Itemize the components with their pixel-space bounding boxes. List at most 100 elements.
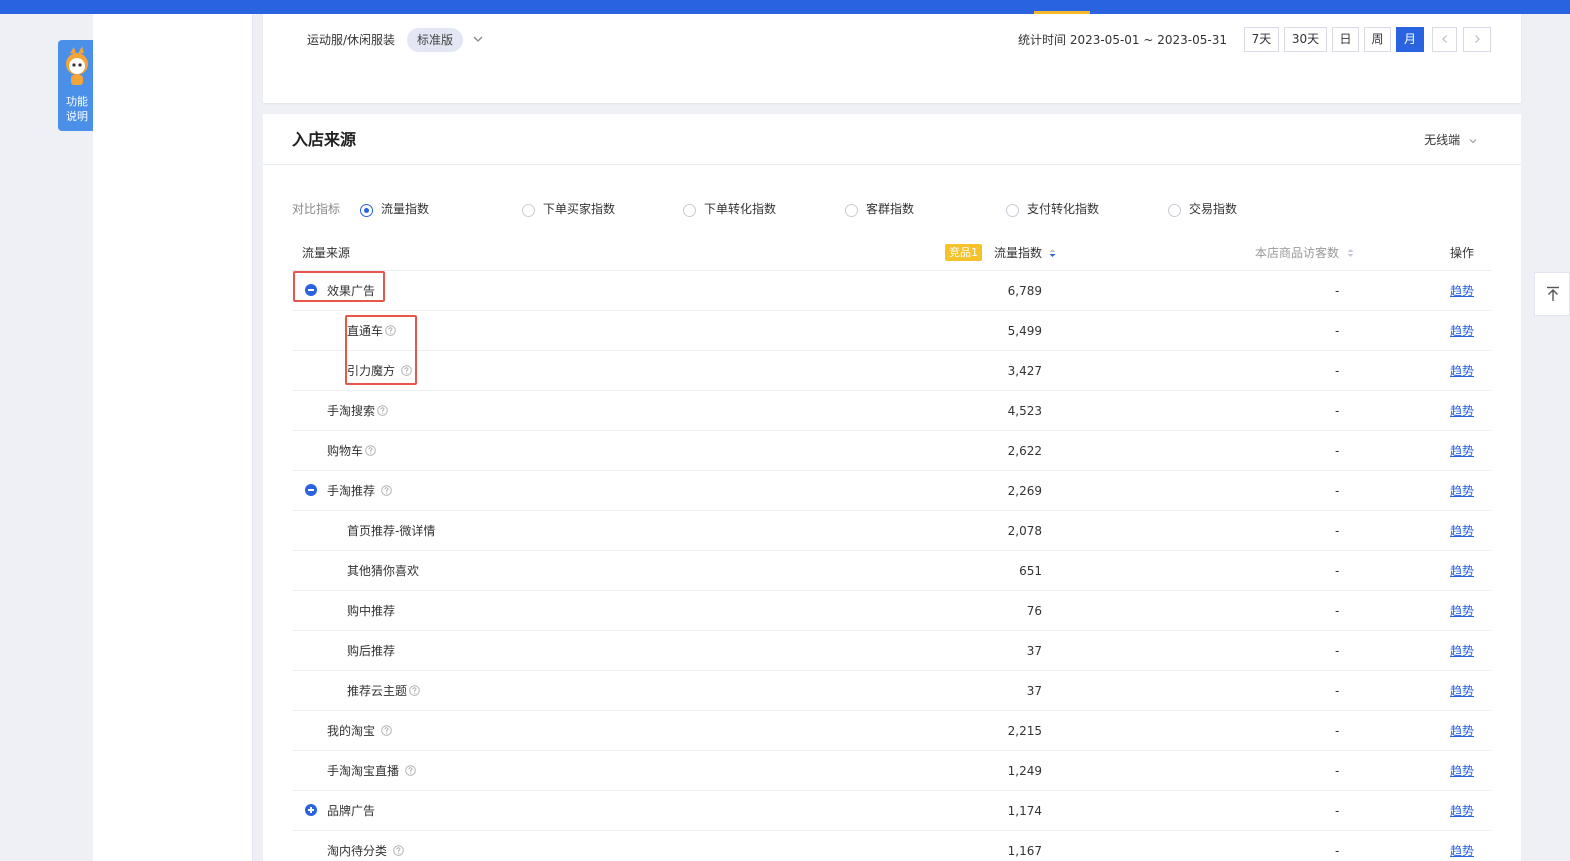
sort-icon[interactable]	[1347, 248, 1354, 258]
trend-link[interactable]: 趋势	[1450, 642, 1474, 660]
next-period-button[interactable]	[1463, 27, 1491, 52]
metric-radio-label: 下单买家指数	[543, 202, 616, 216]
table-row-cloud-theme: 推荐云主题 37 - 趋势	[292, 671, 1491, 711]
row-traffic-value: 76	[1026, 604, 1042, 618]
trend-link[interactable]: 趋势	[1450, 522, 1474, 540]
row-traffic-value: 1,249	[1007, 764, 1042, 778]
row-source-name: 推荐云主题	[347, 684, 408, 698]
row-visitors-value: -	[1335, 844, 1340, 858]
chevron-down-icon[interactable]	[471, 32, 485, 46]
row-source-name: 购中推荐	[347, 604, 396, 618]
help-icon[interactable]	[405, 765, 416, 776]
column-header-visitors[interactable]: 本店商品访客数	[1255, 244, 1339, 262]
row-traffic-value: 2,215	[1007, 724, 1042, 738]
row-source-name: 手淘搜索	[327, 404, 376, 418]
metric-radio-label: 交易指数	[1189, 202, 1238, 216]
trend-link[interactable]: 趋势	[1450, 562, 1474, 580]
table-row-brand-ads: 品牌广告 1,174 - 趋势	[292, 791, 1491, 831]
row-source-name: 淘内待分类	[327, 844, 388, 858]
row-visitors-value: -	[1335, 524, 1340, 538]
feature-help-line1: 功能	[66, 95, 88, 108]
row-traffic-value: 1,174	[1007, 804, 1042, 818]
row-source-name: 品牌广告	[327, 804, 376, 818]
row-visitors-value: -	[1335, 324, 1340, 338]
row-source-name: 购物车	[327, 444, 364, 458]
expand-icon[interactable]	[305, 804, 317, 816]
sort-desc-icon[interactable]	[1049, 248, 1056, 258]
row-visitors-value: -	[1335, 484, 1340, 498]
table-row-live: 手淘淘宝直播 1,249 - 趋势	[292, 751, 1491, 791]
table-row-search: 手淘搜索 4,523 - 趋势	[292, 391, 1491, 431]
trend-link[interactable]: 趋势	[1450, 482, 1474, 500]
metric-radio-label: 支付转化指数	[1027, 202, 1100, 216]
trend-link[interactable]: 趋势	[1450, 362, 1474, 380]
metric-radio-label: 流量指数	[381, 202, 430, 216]
trend-link[interactable]: 趋势	[1450, 402, 1474, 420]
period-button-30d[interactable]: 30天	[1284, 27, 1327, 52]
period-button-month[interactable]: 月	[1396, 27, 1424, 52]
row-source-name: 我的淘宝	[327, 724, 376, 738]
trend-link[interactable]: 趋势	[1450, 602, 1474, 620]
table-header: 流量来源 竞品1 流量指数 本店商品访客数 操作	[292, 241, 1491, 271]
collapse-icon[interactable]	[305, 484, 317, 496]
prev-period-button[interactable]	[1432, 27, 1457, 52]
radio-unchecked-icon	[845, 204, 858, 217]
help-icon[interactable]	[365, 445, 376, 456]
trend-link[interactable]: 趋势	[1450, 322, 1474, 340]
column-header-traffic[interactable]: 流量指数	[994, 244, 1042, 262]
table-row-ztc: 直通车 5,499 - 趋势	[292, 311, 1491, 351]
row-visitors-value: -	[1335, 404, 1340, 418]
table-row-guess-you-like: 其他猜你喜欢 651 - 趋势	[292, 551, 1491, 591]
filter-header-card: 运动服/休闲服装 标准版 统计时间 2023-05-01 ~ 2023-05-3…	[263, 14, 1521, 103]
period-button-day[interactable]: 日	[1332, 27, 1359, 52]
section-divider	[263, 164, 1521, 165]
table-row-ylmf: 引力魔方 3,427 - 趋势	[292, 351, 1491, 391]
help-icon[interactable]	[409, 685, 420, 696]
help-icon[interactable]	[381, 725, 392, 736]
trend-link[interactable]: 趋势	[1450, 802, 1474, 820]
row-visitors-value: -	[1335, 804, 1340, 818]
chevron-left-icon	[1441, 35, 1447, 43]
row-source-name: 手淘淘宝直播	[327, 764, 400, 778]
row-source-name: 首页推荐-微详情	[347, 524, 436, 538]
row-visitors-value: -	[1335, 764, 1340, 778]
top-nav-bar	[0, 0, 1570, 14]
competitor-badge: 竞品1	[945, 244, 982, 261]
row-traffic-value: 4,523	[1007, 404, 1042, 418]
period-button-week[interactable]: 周	[1364, 27, 1391, 52]
trend-link[interactable]: 趋势	[1450, 282, 1474, 300]
highlight-box-effect-ads	[293, 271, 385, 302]
period-button-7d[interactable]: 7天	[1244, 27, 1279, 52]
help-icon[interactable]	[381, 485, 392, 496]
compare-metric-label: 对比指标	[292, 202, 341, 216]
trend-link[interactable]: 趋势	[1450, 722, 1474, 740]
row-source-name: 手淘推荐	[327, 484, 376, 498]
radio-unchecked-icon	[683, 204, 696, 217]
terminal-select-value: 无线端	[1424, 133, 1461, 147]
highlight-box-sub-sources	[345, 315, 417, 385]
row-traffic-value: 5,499	[1007, 324, 1042, 338]
trend-link[interactable]: 趋势	[1450, 842, 1474, 860]
radio-unchecked-icon	[1006, 204, 1019, 217]
row-visitors-value: -	[1335, 444, 1340, 458]
table-row-effect-ads: 效果广告 6,789 - 趋势	[292, 271, 1491, 311]
table-row-homepage-detail: 首页推荐-微详情 2,078 - 趋势	[292, 511, 1491, 551]
row-traffic-value: 3,427	[1007, 364, 1042, 378]
edition-badge[interactable]: 标准版	[407, 28, 464, 52]
terminal-select[interactable]: 无线端	[1424, 131, 1478, 149]
metric-radio-label: 客群指数	[866, 202, 915, 216]
row-visitors-value: -	[1335, 644, 1340, 658]
help-icon[interactable]	[393, 845, 404, 856]
row-traffic-value: 651	[1019, 564, 1042, 578]
trend-link[interactable]: 趋势	[1450, 682, 1474, 700]
help-icon[interactable]	[377, 405, 388, 416]
trend-link[interactable]: 趋势	[1450, 442, 1474, 460]
sidebar	[93, 14, 253, 861]
table-row-cart: 购物车 2,622 - 趋势	[292, 431, 1491, 471]
back-to-top-button[interactable]	[1534, 272, 1570, 316]
row-visitors-value: -	[1335, 364, 1340, 378]
trend-link[interactable]: 趋势	[1450, 762, 1474, 780]
date-range-label: 统计时间 2023-05-01 ~ 2023-05-31	[1018, 33, 1227, 47]
feature-help-widget[interactable]: 功能 说明	[58, 40, 94, 131]
row-visitors-value: -	[1335, 564, 1340, 578]
